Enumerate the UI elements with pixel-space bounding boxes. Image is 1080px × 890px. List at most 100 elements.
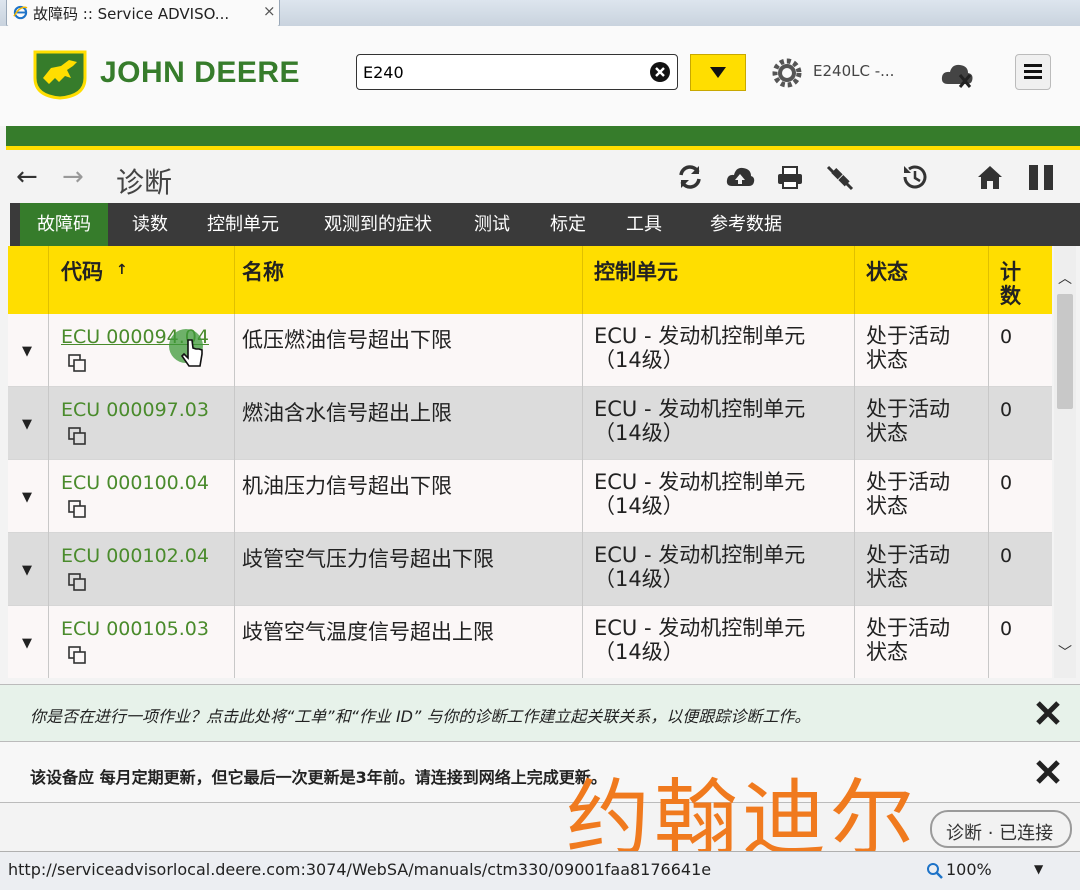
column-divider	[988, 606, 989, 678]
browser-status-bar: http://serviceadvisorlocal.deere.com:307…	[0, 851, 1080, 890]
expand-row-icon[interactable]: ▼	[22, 417, 32, 432]
expand-row-icon[interactable]: ▼	[22, 636, 32, 651]
close-icon[interactable]	[1034, 758, 1062, 786]
search-dropdown-button[interactable]	[690, 54, 746, 91]
zoom-icon[interactable]	[926, 862, 944, 880]
status-text-line1: 处于活动	[866, 397, 950, 421]
table-scrollbar[interactable]: ︿ ﹀	[1054, 246, 1076, 678]
clear-icon[interactable]	[649, 61, 671, 83]
back-button[interactable]: ←	[16, 162, 38, 192]
copy-icon[interactable]	[68, 500, 86, 518]
home-icon[interactable]	[975, 162, 1005, 192]
scrollbar-thumb[interactable]	[1057, 294, 1073, 409]
column-divider	[48, 246, 49, 314]
fault-code-link[interactable]: ECU 000100.04	[61, 472, 209, 494]
tab-tools[interactable]: 工具	[614, 203, 674, 246]
copy-icon[interactable]	[68, 354, 86, 372]
fault-code-link[interactable]: ECU 000102.04	[61, 545, 209, 567]
forward-button[interactable]: →	[62, 162, 84, 192]
column-divider	[582, 246, 583, 314]
count-value: 0	[1000, 472, 1013, 494]
column-divider	[854, 387, 855, 460]
fault-name: 机油压力信号超出下限	[242, 474, 452, 498]
brand-name: JOHN DEERE	[100, 56, 301, 89]
hand-cursor-icon	[169, 329, 203, 367]
column-header-count-line2[interactable]: 数	[1000, 280, 1021, 310]
work-order-message[interactable]: 你是否在进行一项作业？点击此处将“工单”和“作业 ID” 与你的诊断工作建立起关…	[0, 684, 1080, 742]
zoom-level[interactable]: 100%	[946, 860, 992, 879]
control-unit-name: ECU - 发动机控制单元	[594, 397, 806, 421]
tab-readings[interactable]: 读数	[120, 203, 180, 246]
john-deere-logo[interactable]	[31, 48, 89, 100]
tab-observed-symptoms[interactable]: 观测到的症状	[308, 203, 448, 246]
expand-row-icon[interactable]: ▼	[22, 344, 32, 359]
table-row[interactable]: ▼ ECU 000094.04 低压燃油信号超出下限 ECU - 发动机控制单元…	[8, 314, 1052, 387]
tab-control-units[interactable]: 控制单元	[196, 203, 290, 246]
fault-code-link[interactable]: ECU 000097.03	[61, 399, 209, 421]
tab-close-button[interactable]: ×	[263, 2, 276, 20]
column-divider	[234, 246, 235, 314]
sort-ascending-icon[interactable]: ↑	[116, 262, 128, 278]
fault-code-link[interactable]: ECU 000105.03	[61, 618, 209, 640]
status-text-line1: 处于活动	[866, 616, 950, 640]
scroll-up-icon[interactable]: ︿	[1058, 268, 1072, 288]
copy-icon[interactable]	[68, 646, 86, 664]
status-cell: 处于活动 状态	[866, 324, 976, 372]
search-input[interactable]	[363, 61, 633, 83]
status-text-line2: 状态	[866, 567, 908, 591]
disconnect-icon[interactable]	[825, 162, 855, 192]
status-cell: 处于活动 状态	[866, 616, 976, 664]
copy-icon[interactable]	[68, 427, 86, 445]
column-divider	[988, 387, 989, 460]
count-value: 0	[1000, 618, 1013, 640]
column-header-control-unit[interactable]: 控制单元	[594, 256, 678, 286]
tab-calibration[interactable]: 标定	[538, 203, 598, 246]
table-row[interactable]: ▼ ECU 000105.03 歧管空气温度信号超出上限 ECU - 发动机控制…	[8, 606, 1052, 678]
table-row[interactable]: ▼ ECU 000100.04 机油压力信号超出下限 ECU - 发动机控制单元…	[8, 460, 1052, 533]
expand-row-icon[interactable]: ▼	[22, 563, 32, 578]
status-cell: 处于活动 状态	[866, 543, 976, 591]
expand-row-icon[interactable]: ▼	[22, 490, 32, 505]
browser-tab[interactable]: 故障码 :: Service ADVISO... ×	[6, 0, 280, 27]
control-unit-name: ECU - 发动机控制单元	[594, 324, 806, 348]
tab-reference-data[interactable]: 参考数据	[690, 203, 802, 246]
control-unit-cell: ECU - 发动机控制单元 （14级）	[594, 543, 805, 591]
status-text-line2: 状态	[866, 348, 908, 372]
update-notice-text: 该设备应 每月定期更新，但它最后一次更新是3年前。请连接到网络上完成更新。	[30, 768, 607, 787]
cloud-offline-icon[interactable]	[940, 60, 976, 90]
gear-icon[interactable]	[771, 57, 803, 89]
pause-icon[interactable]	[1027, 162, 1057, 192]
column-header-status[interactable]: 状态	[866, 256, 908, 286]
connection-status-button[interactable]: 诊断 · 已连接	[930, 810, 1072, 848]
main-menu-button[interactable]	[1015, 54, 1051, 90]
table-row[interactable]: ▼ ECU 000102.04 歧管空气压力信号超出下限 ECU - 发动机控制…	[8, 533, 1052, 606]
control-unit-level: （14级）	[594, 494, 684, 518]
cloud-upload-icon[interactable]	[725, 162, 755, 192]
table-row[interactable]: ▼ ECU 000097.03 燃油含水信号超出上限 ECU - 发动机控制单元…	[8, 387, 1052, 460]
diagnostics-nav: 故障码 读数 控制单元 观测到的症状 测试 标定 工具 参考数据	[10, 203, 1080, 246]
machine-label[interactable]: E240LC -...	[813, 62, 894, 80]
column-header-name[interactable]: 名称	[242, 256, 284, 286]
column-divider	[988, 533, 989, 606]
tab-tests[interactable]: 测试	[462, 203, 522, 246]
count-value: 0	[1000, 545, 1013, 567]
column-divider	[234, 314, 235, 387]
column-divider	[582, 533, 583, 606]
work-order-message-text[interactable]: 你是否在进行一项作业？点击此处将“工单”和“作业 ID” 与你的诊断工作建立起关…	[30, 703, 810, 727]
column-header-code[interactable]: 代码	[61, 256, 103, 286]
fault-name: 歧管空气温度信号超出上限	[242, 620, 494, 644]
column-divider	[854, 606, 855, 678]
printer-icon[interactable]	[775, 162, 805, 192]
tab-fault-codes[interactable]: 故障码	[20, 203, 108, 246]
menu-icon	[1024, 64, 1042, 79]
close-icon[interactable]	[1034, 699, 1062, 727]
copy-icon[interactable]	[68, 573, 86, 591]
connection-status-label: 诊断 · 已连接	[946, 823, 1054, 844]
status-cell: 处于活动 状态	[866, 470, 976, 518]
status-text-line2: 状态	[866, 421, 908, 445]
control-unit-cell: ECU - 发动机控制单元 （14级）	[594, 616, 805, 664]
scroll-down-icon[interactable]: ﹀	[1058, 642, 1072, 662]
refresh-icon[interactable]	[675, 162, 705, 192]
zoom-dropdown-icon[interactable]: ▼	[1034, 862, 1043, 876]
history-icon[interactable]	[900, 162, 930, 192]
